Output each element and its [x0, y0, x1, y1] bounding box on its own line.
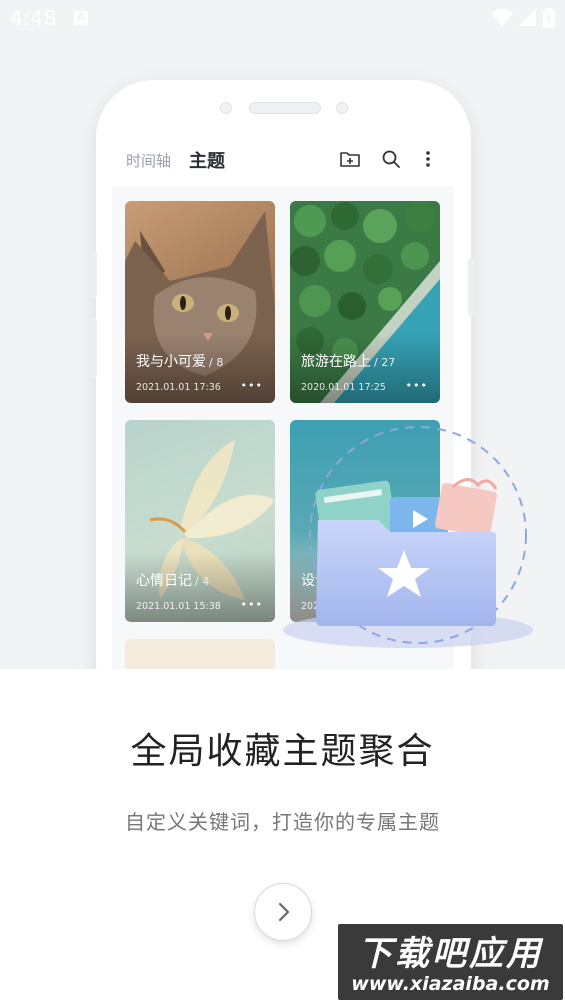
onboarding-headline: 全局收藏主题聚合	[130, 731, 435, 772]
card-date: 2021.01.01 15:38	[136, 601, 221, 612]
card-count: / 8	[209, 356, 224, 369]
status-bar: 4:48 A	[0, 0, 565, 38]
next-button[interactable]	[254, 883, 312, 941]
topic-card-partial	[125, 639, 275, 669]
phone-side-button	[468, 258, 474, 316]
phone-speaker	[249, 102, 321, 114]
card-date: 2020.01.01 17:25	[301, 382, 386, 393]
add-folder-icon[interactable]	[339, 148, 361, 170]
signal-icon	[519, 9, 536, 26]
more-vert-icon[interactable]	[417, 148, 439, 170]
app-header: 时间轴 主题	[112, 132, 454, 186]
chevron-right-icon	[278, 902, 290, 922]
card-more-icon[interactable]: •••	[241, 598, 263, 611]
phone-camera	[336, 102, 348, 114]
topic-card[interactable]: 旅游在路上/ 27 2020.01.01 17:25 •••	[290, 201, 440, 403]
card-title-text: 我与小可爱	[136, 354, 206, 370]
tab-topics[interactable]: 主题	[189, 147, 225, 173]
phone-side-button	[91, 318, 97, 378]
topic-card[interactable]: 心情日记/ 4 2021.01.01 15:38 •••	[125, 420, 275, 622]
status-time: 4:48	[10, 6, 57, 30]
illustration-area: 4:48 A 时间轴 主题 我与小可爱 / 8 2021.01.01 17:36…	[0, 0, 565, 669]
search-icon[interactable]	[380, 148, 402, 170]
onboarding-subline: 自定义关键词，打造你的专属主题	[125, 810, 440, 834]
topic-card[interactable]: 我与小可爱/ 8 2021.01.01 17:36 •••	[125, 201, 275, 403]
battery-icon	[543, 8, 555, 28]
card-count: / 4	[195, 575, 210, 588]
watermark-url: www.xiazaiba.com	[351, 973, 550, 995]
card-title: 心情日记/ 4	[136, 570, 209, 590]
card-date: 2021.01.01 17:36	[136, 382, 221, 393]
card-title: 旅游在路上/ 27	[301, 351, 395, 371]
phone-side-button	[91, 250, 97, 298]
wifi-icon	[491, 9, 513, 26]
watermark-title: 下载吧应用	[358, 934, 543, 974]
watermark-logo: 下载吧应用 www.xiazaiba.com	[338, 924, 563, 1000]
status-icons	[491, 8, 555, 28]
notification-icon: A	[74, 11, 88, 25]
card-title-text: 心情日记	[136, 573, 192, 589]
card-more-icon[interactable]: •••	[241, 379, 263, 392]
card-title: 我与小可爱/ 8	[136, 351, 223, 371]
phone-sensor	[220, 102, 232, 114]
card-more-icon[interactable]: •••	[406, 379, 428, 392]
tab-timeline[interactable]: 时间轴	[126, 150, 171, 171]
folder-star-icon	[283, 426, 533, 648]
card-count: / 27	[374, 356, 396, 369]
card-title-text: 旅游在路上	[301, 354, 371, 370]
